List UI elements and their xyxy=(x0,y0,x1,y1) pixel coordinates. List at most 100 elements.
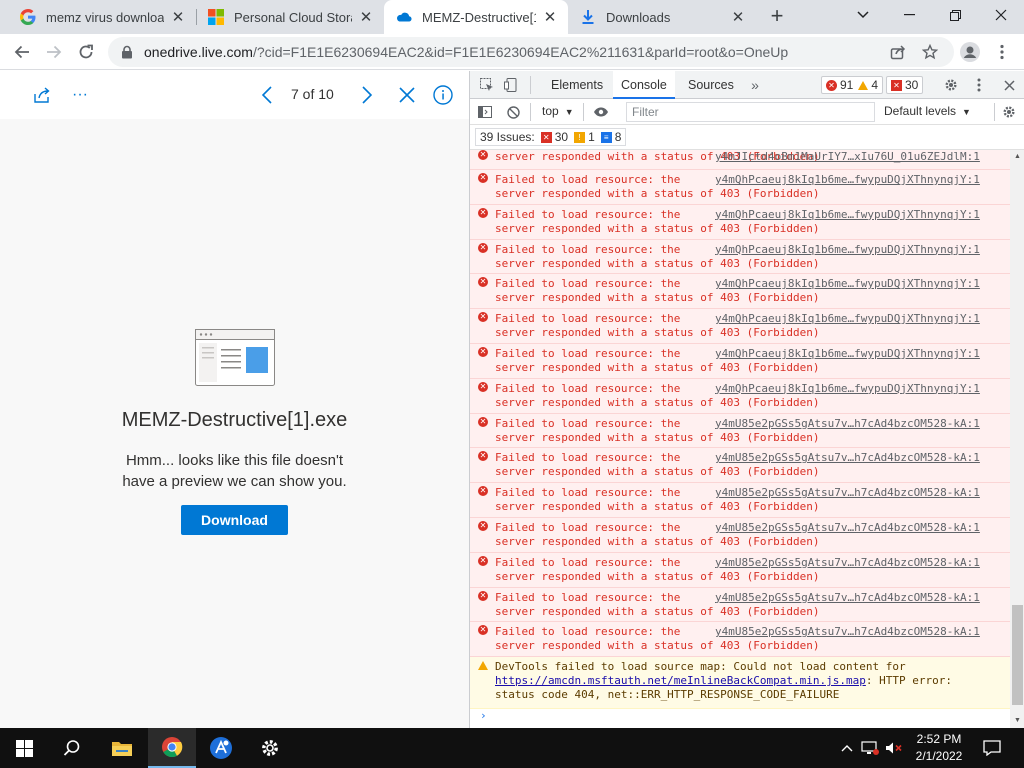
profile-avatar[interactable] xyxy=(956,38,984,66)
info-icon[interactable] xyxy=(431,83,455,107)
show-sidebar-icon[interactable] xyxy=(476,103,494,121)
share-icon[interactable] xyxy=(884,38,912,66)
settings-gear-taskbar-icon[interactable] xyxy=(246,728,294,768)
live-expression-eye-icon[interactable] xyxy=(591,103,611,121)
issue-flag-icon: ✕ xyxy=(891,79,902,91)
back-button[interactable] xyxy=(8,38,36,66)
console-error-message: ✕ Failed to load resource: the server resp… xyxy=(470,448,1010,484)
error-source-link[interactable]: y4mU85e2pGSs5gAtsu7v…h7cAd4bzcOM528-kA:1 xyxy=(715,625,980,639)
error-warning-badge[interactable]: ✕ 91 4 xyxy=(821,76,884,94)
network-icon[interactable] xyxy=(860,728,880,768)
error-source-link[interactable]: y4mQhPcaeuj8kIq1b6me…fwypuDQjXThnynqjY:1 xyxy=(715,382,980,396)
error-source-link[interactable]: y4mU85e2pGSs5gAtsu7v…h7cAd4bzcOM528-kA:1 xyxy=(715,521,980,535)
console-settings-gear-icon[interactable] xyxy=(1000,103,1018,121)
scroll-down-arrow-icon[interactable]: ▼ xyxy=(1010,714,1024,728)
console-filter-input[interactable]: Filter xyxy=(626,102,875,122)
console-error-message: ✕ Failed to load resource: the server resp… xyxy=(470,413,1010,449)
clear-console-icon[interactable] xyxy=(504,103,522,121)
scrollbar-thumb[interactable] xyxy=(1012,605,1023,705)
error-source-link[interactable]: y4mQhPcaeuj8kIq1b6me…fwypuDQjXThnynqjY:1 xyxy=(715,208,980,222)
tab-search-icon[interactable] xyxy=(840,0,886,30)
error-source-link[interactable]: y4mU85e2pGSs5gAtsu7v…h7cAd4bzcOM528-kA:1 xyxy=(715,451,980,465)
devtools-tabbar: Elements Console Sources » ✕ 91 4 ✕ 30 xyxy=(470,71,1024,99)
tab-elements[interactable]: Elements xyxy=(543,71,611,99)
tab-sources[interactable]: Sources xyxy=(680,71,742,99)
lock-icon[interactable] xyxy=(120,45,134,59)
tab-memz-file[interactable]: MEMZ-Destructive[1].e ✕ xyxy=(384,0,568,34)
issues-summary-button[interactable]: 39 Issues: ✕ 30 ! 1 ≡ 8 xyxy=(475,128,627,146)
download-button[interactable]: Download xyxy=(181,505,288,535)
error-source-link[interactable]: y4mQhPcaeuj8kIq1b6me…fwypuDQjXThnynqjY:1 xyxy=(715,347,980,361)
scroll-up-arrow-icon[interactable]: ▲ xyxy=(1010,150,1024,164)
console-error-message: ✕ Failed to load resource: the server resp… xyxy=(470,552,1010,588)
remote-app-icon[interactable] xyxy=(197,728,245,768)
inspect-element-icon[interactable] xyxy=(478,76,496,94)
close-devtools-icon[interactable] xyxy=(1000,76,1018,94)
device-toolbar-icon[interactable] xyxy=(502,76,520,94)
error-source-link[interactable]: y4mU85e2pGSs5gAtsu7v…h7cAd4bzcOM528-kA:1 xyxy=(715,556,980,570)
close-tab-icon[interactable]: ✕ xyxy=(170,9,186,26)
close-window-button[interactable] xyxy=(978,0,1024,30)
tab-title: Downloads xyxy=(606,9,671,25)
console-error-message: ✕ Failed to load resource: the server resp… xyxy=(470,483,1010,518)
tab-title: Personal Cloud Storag xyxy=(234,9,352,25)
more-options-icon[interactable]: ··· xyxy=(68,83,92,107)
error-source-link[interactable]: y4mQhPcaeuj8kIq1b6me…fwypuDQjXThnynqjY:1 xyxy=(715,277,980,291)
console-error-message: ✕ Failed to load resource: the server resp… xyxy=(470,170,1010,205)
volume-muted-icon[interactable] xyxy=(884,728,904,768)
error-source-link[interactable]: y4mQhPcaeuj8kIq1b6me…fwypuDQjXThnynqjY:1 xyxy=(715,312,980,326)
share-file-icon[interactable] xyxy=(30,83,54,107)
reload-button[interactable] xyxy=(72,38,100,66)
info-flag-icon: ≡ xyxy=(600,131,612,143)
system-clock[interactable]: 2:52 PM 2/1/2022 xyxy=(910,731,968,765)
previous-file-icon[interactable] xyxy=(256,83,278,107)
error-source-link[interactable]: y4mU85e2pGSs5gAtsu7v…h7cAd4bzcOM528-kA:1 xyxy=(715,591,980,605)
issues-badge[interactable]: ✕ 30 xyxy=(886,76,924,94)
next-file-icon[interactable] xyxy=(356,83,378,107)
tab-google-search[interactable]: memz virus download ✕ xyxy=(8,0,196,34)
tab-console[interactable]: Console xyxy=(613,71,675,99)
onedrive-viewer: ··· 7 of 10 MEMZ-Destructive[1].exe Hmm.… xyxy=(0,71,469,728)
close-tab-icon[interactable]: ✕ xyxy=(730,9,746,26)
error-circle-icon: ✕ xyxy=(826,79,837,91)
search-icon[interactable] xyxy=(48,728,96,768)
more-tabs-icon[interactable]: » xyxy=(746,76,764,94)
start-button[interactable] xyxy=(0,728,48,768)
bookmark-star-icon[interactable] xyxy=(916,38,944,66)
error-source-link[interactable]: y4mJIctd4oBm1MaUrIY7…xIu76U_01u6ZEJdlM:1 xyxy=(715,150,980,164)
toolbar-divider xyxy=(530,103,531,121)
source-map-link[interactable]: https://amcdn.msftauth.net/meInlineBackC… xyxy=(495,674,866,687)
dropdown-arrow-icon: ▼ xyxy=(564,107,574,117)
url-text: onedrive.live.com/?cid=F1E1E6230694EAC2&… xyxy=(144,44,789,60)
issues-info-count: 8 xyxy=(614,130,622,144)
error-count: 91 xyxy=(840,78,854,92)
forward-button[interactable] xyxy=(40,38,68,66)
log-levels-dropdown[interactable]: Default levels ▼ xyxy=(884,104,971,118)
show-hidden-icons-chevron-icon[interactable] xyxy=(838,728,856,768)
chrome-menu-icon[interactable] xyxy=(988,38,1016,66)
minimize-button[interactable] xyxy=(886,0,932,30)
file-explorer-icon[interactable] xyxy=(98,728,146,768)
console-prompt-input[interactable]: › xyxy=(470,709,1010,728)
error-source-link[interactable]: y4mQhPcaeuj8kIq1b6me…fwypuDQjXThnynqjY:1 xyxy=(715,173,980,187)
error-circle-icon: ✕ xyxy=(478,416,488,427)
restore-button[interactable] xyxy=(932,0,978,30)
close-tab-icon[interactable]: ✕ xyxy=(358,9,374,26)
context-selector[interactable]: top ▼ xyxy=(542,104,574,118)
error-circle-icon: ✕ xyxy=(478,150,488,160)
toolbar-divider xyxy=(994,103,995,121)
address-bar[interactable]: onedrive.live.com/?cid=F1E1E6230694EAC2&… xyxy=(108,37,954,67)
error-source-link[interactable]: y4mQhPcaeuj8kIq1b6me…fwypuDQjXThnynqjY:1 xyxy=(715,243,980,257)
console-scrollbar[interactable]: ▲ ▼ xyxy=(1010,150,1024,728)
devtools-menu-icon[interactable] xyxy=(970,76,988,94)
tab-onedrive-home[interactable]: Personal Cloud Storag ✕ xyxy=(196,0,384,34)
settings-gear-icon[interactable] xyxy=(942,76,960,94)
chrome-taskbar-icon[interactable] xyxy=(148,728,196,768)
error-source-link[interactable]: y4mU85e2pGSs5gAtsu7v…h7cAd4bzcOM528-kA:1 xyxy=(715,417,980,431)
error-source-link[interactable]: y4mU85e2pGSs5gAtsu7v…h7cAd4bzcOM528-kA:1 xyxy=(715,486,980,500)
new-tab-button[interactable]: + xyxy=(766,5,788,27)
close-viewer-icon[interactable] xyxy=(396,83,418,107)
close-tab-icon[interactable]: ✕ xyxy=(542,9,558,26)
notifications-icon[interactable] xyxy=(980,728,1004,768)
tab-downloads[interactable]: Downloads ✕ xyxy=(568,0,756,34)
